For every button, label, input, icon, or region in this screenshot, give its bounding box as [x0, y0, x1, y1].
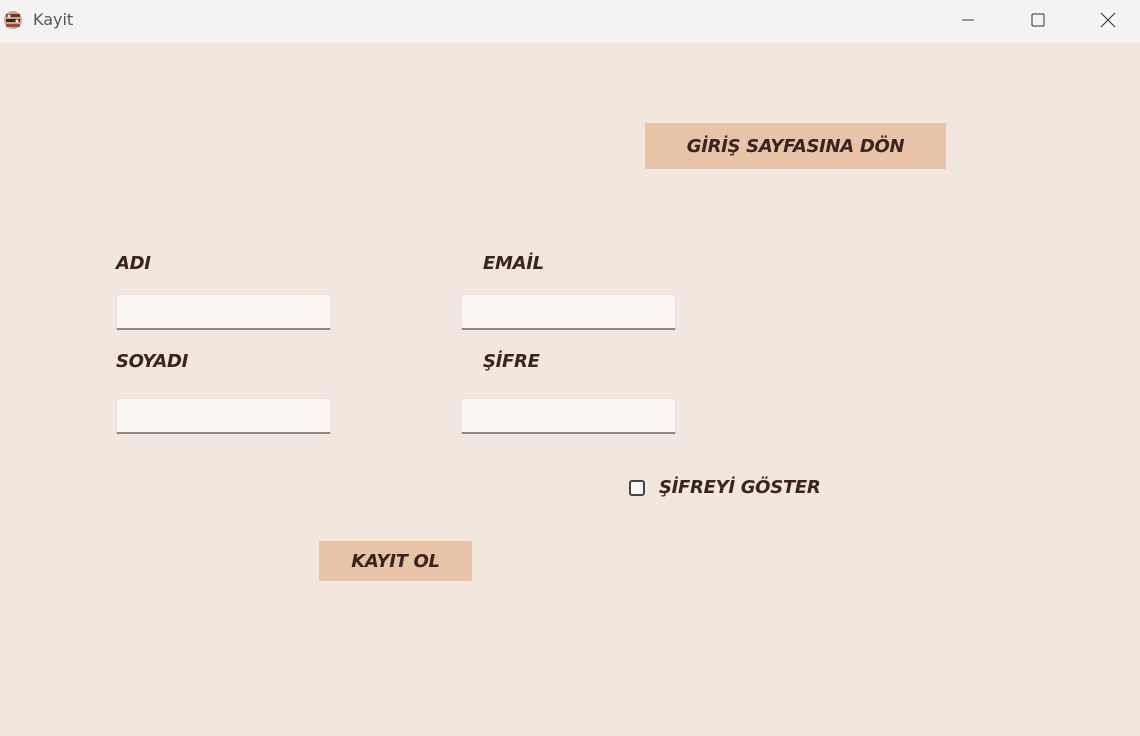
title-bar: Kayit: [0, 0, 1140, 43]
email-input[interactable]: [461, 294, 676, 330]
close-icon: [1100, 12, 1116, 32]
show-password-checkbox[interactable]: [629, 480, 645, 496]
minimize-button[interactable]: [933, 0, 1003, 43]
register-button[interactable]: KAYIT OL: [319, 541, 472, 581]
password-input[interactable]: [461, 398, 676, 434]
last-name-label: SOYADI: [116, 351, 189, 372]
app-icon: [1, 8, 25, 32]
password-label: ŞİFRE: [483, 351, 540, 372]
registration-form: GİRİŞ SAYFASINA DÖN ADI EMAİL SOYADI ŞİF…: [0, 43, 1140, 736]
back-to-login-button[interactable]: GİRİŞ SAYFASINA DÖN: [645, 123, 946, 169]
last-name-input[interactable]: [116, 398, 331, 434]
minimize-icon: [960, 12, 976, 32]
first-name-input[interactable]: [116, 294, 331, 330]
email-label: EMAİL: [483, 253, 544, 274]
show-password-label[interactable]: ŞİFREYİ GÖSTER: [659, 477, 821, 498]
maximize-icon: [1030, 12, 1046, 32]
window-title: Kayit: [33, 10, 74, 29]
maximize-button[interactable]: [1003, 0, 1073, 43]
close-button[interactable]: [1073, 0, 1140, 43]
first-name-label: ADI: [116, 253, 151, 274]
